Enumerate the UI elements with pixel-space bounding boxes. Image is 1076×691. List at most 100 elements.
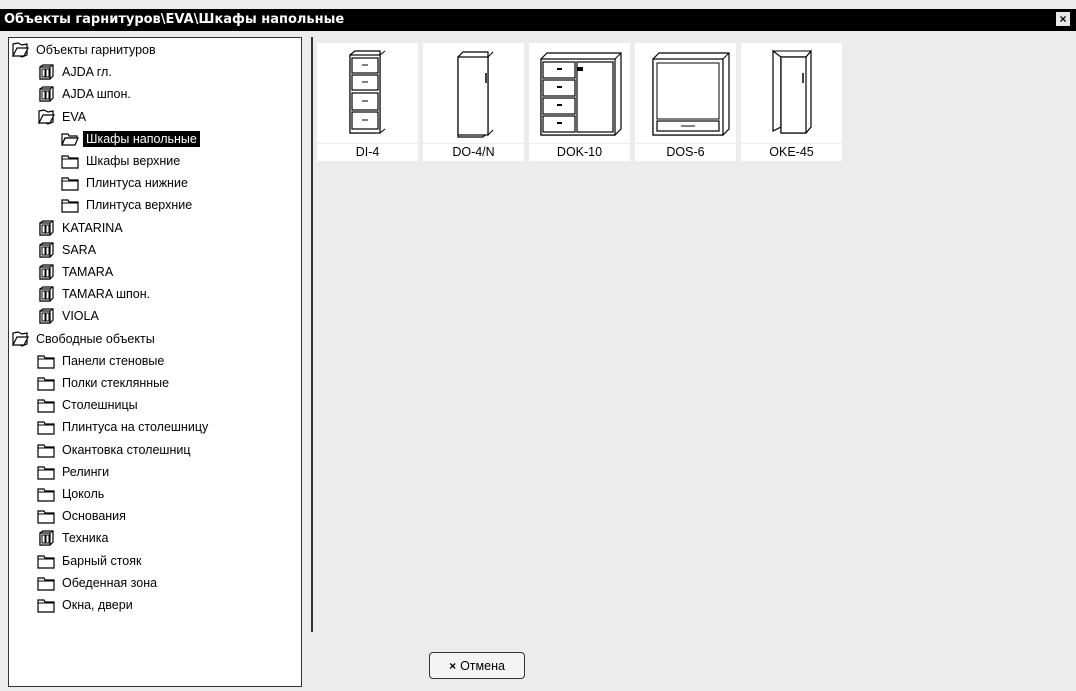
tree-item-label: SARA: [62, 242, 97, 257]
tree-item[interactable]: Свободные объекты: [11, 330, 158, 348]
tree-item[interactable]: TAMARA шпон.: [37, 285, 153, 303]
tree-item[interactable]: TAMARA: [37, 263, 116, 281]
folder-icon: [37, 353, 55, 369]
open-catalog-icon: [11, 42, 29, 58]
cabinet-group-icon: [37, 530, 55, 546]
cabinet-group-icon: [37, 242, 55, 258]
folder-icon: [61, 197, 79, 213]
tree-item-label: Панели стеновые: [62, 353, 165, 368]
object-tile[interactable]: DI-4: [317, 43, 418, 161]
tree-item-label: Цоколь: [62, 487, 105, 501]
tree-item[interactable]: Плинтуса нижние: [61, 174, 191, 192]
tree-item[interactable]: Шкафы верхние: [61, 152, 183, 170]
close-button[interactable]: ×: [1056, 12, 1070, 26]
tree-item-label: AJDA шпон.: [62, 87, 131, 102]
tree-item-label: Плинтуса нижние: [86, 176, 188, 191]
tree-item[interactable]: Релинги: [37, 463, 112, 481]
object-label: DI-4: [317, 144, 418, 161]
tree-item-label: Полки стеклянные: [62, 376, 170, 390]
tree-item[interactable]: Панели стеновые: [37, 352, 167, 370]
folder-icon: [37, 464, 55, 480]
open-shelf-cabinet-icon: [635, 43, 736, 143]
open-catalog-icon: [37, 108, 55, 125]
cabinet-group-icon: [37, 64, 55, 80]
tree-item[interactable]: Техника: [37, 529, 111, 547]
folder-icon: [37, 486, 55, 502]
tree-item[interactable]: Полки стеклянные: [37, 374, 172, 392]
tree-item[interactable]: Столешницы: [37, 396, 141, 414]
tree-item[interactable]: Окантовка столешниц: [37, 441, 194, 459]
drawer-cabinet-icon: [317, 43, 418, 143]
tree-item-label: Плинтуса на столешницу: [62, 420, 209, 435]
tree-item[interactable]: VIOLA: [37, 307, 102, 325]
object-tile[interactable]: DO-4/N: [423, 43, 524, 161]
tree-item-label: Шкафы верхние: [86, 154, 181, 168]
catalog-tree[interactable]: Объекты гарнитуров AJDA гл. AJDA шпон. EVA Ш…: [8, 37, 302, 687]
cabinet-group-icon: [37, 264, 55, 280]
tree-item[interactable]: EVA: [37, 108, 89, 126]
folder-icon: [61, 175, 79, 191]
folder-icon: [37, 597, 55, 613]
close-icon: ×: [449, 658, 457, 673]
object-label: DOS-6: [635, 144, 736, 161]
folder-icon: [37, 375, 55, 391]
tree-item[interactable]: Барный стояк: [37, 552, 144, 570]
object-tile[interactable]: DOS-6: [635, 43, 736, 161]
tree-item-label: Основания: [62, 509, 126, 524]
tree-item-label: Шкафы напольные: [83, 130, 200, 147]
tree-item-label: TAMARA: [62, 265, 114, 279]
object-label: DO-4/N: [423, 144, 524, 161]
folder-icon: [37, 442, 55, 458]
title-bar: Объекты гарнитуров\EVA\Шкафы напольные ×: [0, 9, 1076, 31]
cabinet-group-icon: [37, 219, 55, 236]
tree-item-label: Свободные объекты: [36, 331, 155, 346]
tree-item-label: AJDA гл.: [62, 65, 112, 80]
tree-item[interactable]: SARA: [37, 241, 99, 259]
tree-item[interactable]: Объекты гарнитуров: [11, 41, 159, 59]
object-tile[interactable]: DOK-10: [529, 43, 630, 161]
tree-item[interactable]: Основания: [37, 507, 129, 525]
items-panel: DI-4 DO-4/N DOK-10 DOS-6 OKE-45: [311, 37, 1076, 632]
tree-item-label: Релинги: [62, 464, 110, 479]
tree-item-label: Барный стояк: [62, 553, 142, 568]
tree-item-label: Окантовка столешниц: [62, 442, 191, 457]
corner-cabinet-icon: [741, 43, 842, 143]
tree-item-label: Плинтуса верхние: [86, 198, 193, 213]
door-cabinet-icon: [423, 43, 524, 143]
cancel-button[interactable]: × Отмена: [429, 652, 525, 679]
tree-item[interactable]: KATARINA: [37, 219, 126, 237]
tree-item-label: Обеденная зона: [62, 575, 158, 590]
object-label: DOK-10: [529, 144, 630, 161]
tree-item[interactable]: AJDA шпон.: [37, 85, 134, 103]
tree-item[interactable]: AJDA гл.: [37, 63, 115, 81]
cabinet-group-icon: [37, 286, 55, 302]
folder-icon: [37, 419, 55, 435]
tree-item-label: Столешницы: [62, 398, 138, 413]
object-tile[interactable]: OKE-45: [741, 43, 842, 161]
folder-icon: [37, 508, 55, 524]
window-title: Объекты гарнитуров\EVA\Шкафы напольные: [4, 12, 345, 27]
object-label: OKE-45: [741, 144, 842, 161]
drawer-door-cabinet-icon: [529, 43, 630, 143]
open-catalog-icon: [11, 330, 29, 347]
tree-item-label: KATARINA: [62, 220, 123, 235]
cabinet-group-icon: [37, 86, 55, 102]
tree-item[interactable]: Плинтуса верхние: [61, 196, 195, 214]
folder-icon: [61, 153, 79, 169]
tree-item[interactable]: Плинтуса на столешницу: [37, 418, 211, 436]
cancel-label: Отмена: [460, 658, 505, 673]
folder-icon: [37, 553, 55, 569]
folder-icon: [37, 397, 55, 413]
tree-item[interactable]: Обеденная зона: [37, 574, 160, 592]
tree-item[interactable]: Шкафы напольные: [61, 130, 200, 148]
tree-item-label: TAMARA шпон.: [62, 287, 151, 302]
open-folder-icon: [61, 131, 79, 147]
tree-item[interactable]: Цоколь: [37, 485, 107, 503]
cabinet-group-icon: [37, 308, 55, 324]
tree-item[interactable]: Окна, двери: [37, 596, 136, 614]
folder-icon: [37, 575, 55, 591]
tree-item-label: VIOLA: [62, 309, 99, 324]
tree-item-label: Техника: [62, 531, 109, 546]
tree-item-label: Окна, двери: [62, 598, 133, 612]
tree-item-label: Объекты гарнитуров: [36, 43, 156, 57]
